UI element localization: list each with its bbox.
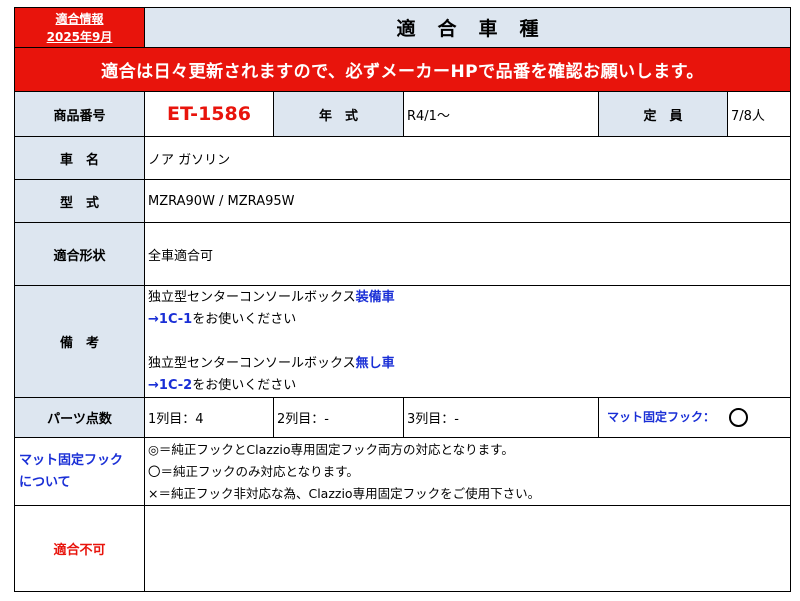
- year-label: 年 式: [273, 91, 404, 137]
- hook-status-label: マット固定フック：: [607, 410, 716, 424]
- vehicle-name-row: 車 名 ノア ガソリン: [14, 136, 792, 180]
- use-instruction: をお使いください: [192, 311, 297, 327]
- model-code-row: 型 式 MZRA90W / MZRA95W: [14, 179, 792, 223]
- title-row: 適合情報 2025年9月 適合車種: [14, 7, 792, 48]
- notes-content: 独立型センターコンソールボックス装備車 →1C-1をお使いください 独立型センタ…: [143, 285, 792, 398]
- hook-info-content: ◎＝純正フックとClazzio専用固定フック両方の対応となります。 〇＝純正フッ…: [143, 437, 792, 506]
- hook-info-label: マット固定フック について: [14, 437, 145, 506]
- info-badge: 適合情報 2025年9月: [14, 7, 145, 48]
- fit-shape-label: 適合形状: [14, 222, 145, 286]
- circle-mark-icon: [729, 408, 749, 427]
- info-badge-date: 2025年9月: [46, 29, 113, 44]
- not-equipped-highlight: 無し車: [355, 355, 395, 371]
- capacity-label: 定 員: [598, 91, 728, 137]
- parts-row1: 1列目：4: [144, 397, 274, 438]
- part-code-link[interactable]: →1C-1: [148, 312, 192, 327]
- incompatible-row: 適合不可: [14, 505, 792, 592]
- incompatible-value: [143, 505, 792, 592]
- use-instruction: をお使いください: [192, 377, 297, 393]
- model-code-label: 型 式: [14, 179, 145, 223]
- notes-line: 独立型センターコンソールボックス無し車: [148, 353, 790, 375]
- parts-row3: 3列目：-: [403, 397, 599, 438]
- notes-line: →1C-1をお使いください: [148, 309, 790, 331]
- hook-legend-line: 〇＝純正フックのみ対応となります。: [148, 463, 359, 479]
- notice-banner: 適合は日々更新されますので、必ずメーカーHPで品番を確認お願いします。: [13, 47, 792, 92]
- notes-spacer: [148, 331, 790, 353]
- product-row: 商品番号 ET-1586 年 式 R4/1〜 定 員 7/8人: [14, 91, 792, 137]
- fit-shape-row: 適合形状 全車適合可: [14, 222, 792, 286]
- parts-count-label: パーツ点数: [14, 397, 145, 438]
- product-number-value: ET-1586: [144, 91, 274, 137]
- part-code-link[interactable]: →1C-2: [148, 378, 192, 393]
- hook-legend-line: ×＝純正フック非対応な為、Clazzio専用固定フックをご使用下さい。: [148, 485, 541, 501]
- equipped-highlight: 装備車: [355, 289, 395, 305]
- fitment-table: 適合情報 2025年9月 適合車種 適合は日々更新されますので、必ずメーカーHP…: [13, 7, 792, 592]
- year-value: R4/1〜: [403, 91, 599, 137]
- notes-line: →1C-2をお使いください: [148, 375, 790, 397]
- vehicle-name-value: ノア ガソリン: [143, 136, 792, 180]
- vehicle-name-label: 車 名: [14, 136, 145, 180]
- product-number-label: 商品番号: [14, 91, 145, 137]
- notes-label: 備 考: [14, 285, 145, 398]
- hook-info-row: マット固定フック について ◎＝純正フックとClazzio専用固定フック両方の対…: [14, 437, 792, 506]
- incompatible-label: 適合不可: [14, 505, 145, 592]
- capacity-value: 7/8人: [726, 91, 792, 137]
- console-box-text: 独立型センターコンソールボックス: [148, 355, 356, 371]
- hook-legend-line: ◎＝純正フックとClazzio専用固定フック両方の対応となります。: [148, 441, 514, 457]
- hook-status-cell: マット固定フック：: [597, 397, 792, 438]
- fitment-sheet: 適合情報 2025年9月 適合車種 適合は日々更新されますので、必ずメーカーHP…: [13, 7, 792, 593]
- model-code-value: MZRA90W / MZRA95W: [143, 179, 792, 223]
- hook-info-label-line: について: [19, 474, 71, 490]
- parts-row: パーツ点数 1列目：4 2列目：- 3列目：- マット固定フック：: [14, 397, 792, 438]
- fit-shape-value: 全車適合可: [143, 222, 792, 286]
- info-badge-title: 適合情報: [55, 11, 104, 26]
- notes-line: 独立型センターコンソールボックス装備車: [148, 287, 790, 309]
- console-box-text: 独立型センターコンソールボックス: [148, 289, 356, 305]
- notes-row: 備 考 独立型センターコンソールボックス装備車 →1C-1をお使いください 独立…: [14, 285, 792, 398]
- page-title: 適合車種: [143, 7, 792, 48]
- hook-info-label-line: マット固定フック: [19, 452, 124, 468]
- parts-row2: 2列目：-: [273, 397, 404, 438]
- notice-row: 適合は日々更新されますので、必ずメーカーHPで品番を確認お願いします。: [13, 47, 792, 92]
